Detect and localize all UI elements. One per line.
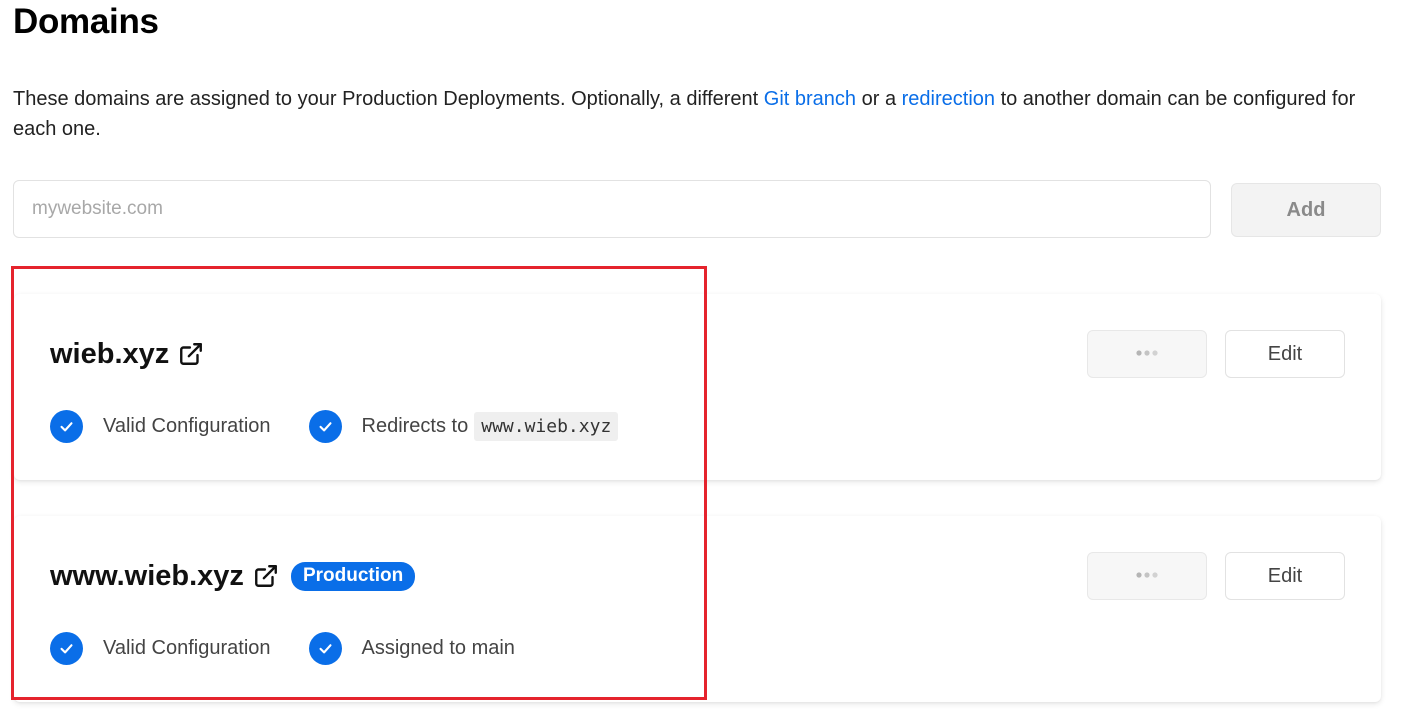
domain-name-link[interactable]: wieb.xyz (50, 338, 169, 371)
page-title: Domains (13, 2, 159, 41)
status-valid-configuration: Valid Configuration (50, 409, 271, 443)
page-description: These domains are assigned to your Produ… (13, 84, 1393, 144)
status-label: Redirects to (361, 414, 469, 437)
edit-button[interactable]: Edit (1225, 552, 1345, 600)
edit-button[interactable]: Edit (1225, 330, 1345, 378)
description-text-middle: or a (856, 88, 902, 110)
domain-card-header: wieb.xyz (50, 334, 204, 374)
more-options-button[interactable] (1087, 552, 1207, 600)
status-label: Valid Configuration (103, 414, 271, 437)
status-assigned-branch: Assigned to main (308, 631, 515, 665)
redirect-target-code: www.wieb.xyz (474, 411, 619, 441)
git-branch-link[interactable]: Git branch (764, 88, 856, 110)
domain-card: wieb.xyz Valid Configuration Redirects t… (14, 294, 1381, 480)
add-domain-button[interactable]: Add (1231, 183, 1381, 237)
check-circle-icon (50, 409, 83, 443)
domains-page: Domains These domains are assigned to yo… (0, 0, 1414, 719)
domain-card: www.wieb.xyz Production Valid Configurat… (14, 516, 1381, 702)
external-link-icon[interactable] (178, 341, 204, 367)
status-valid-configuration: Valid Configuration (50, 631, 271, 665)
external-link-icon[interactable] (253, 563, 279, 589)
redirection-link[interactable]: redirection (902, 88, 995, 110)
check-circle-icon (308, 409, 342, 443)
domain-name-link[interactable]: www.wieb.xyz (50, 560, 244, 593)
domain-card-header: www.wieb.xyz Production (50, 556, 416, 596)
check-circle-icon (308, 631, 342, 665)
more-horizontal-icon (1132, 567, 1162, 585)
more-options-button[interactable] (1087, 330, 1207, 378)
status-label: Valid Configuration (103, 636, 271, 659)
domain-status-row: Valid Configuration Assigned to main (50, 630, 553, 666)
production-badge: Production (290, 561, 416, 591)
status-redirect: Redirects to www.wieb.xyz (308, 409, 619, 443)
description-text-before: These domains are assigned to your Produ… (13, 88, 764, 110)
domain-input[interactable] (13, 180, 1211, 238)
check-circle-icon (50, 631, 83, 665)
status-label: Assigned to main (361, 636, 515, 659)
domain-status-row: Valid Configuration Redirects to www.wie… (50, 408, 656, 444)
more-horizontal-icon (1132, 345, 1162, 363)
